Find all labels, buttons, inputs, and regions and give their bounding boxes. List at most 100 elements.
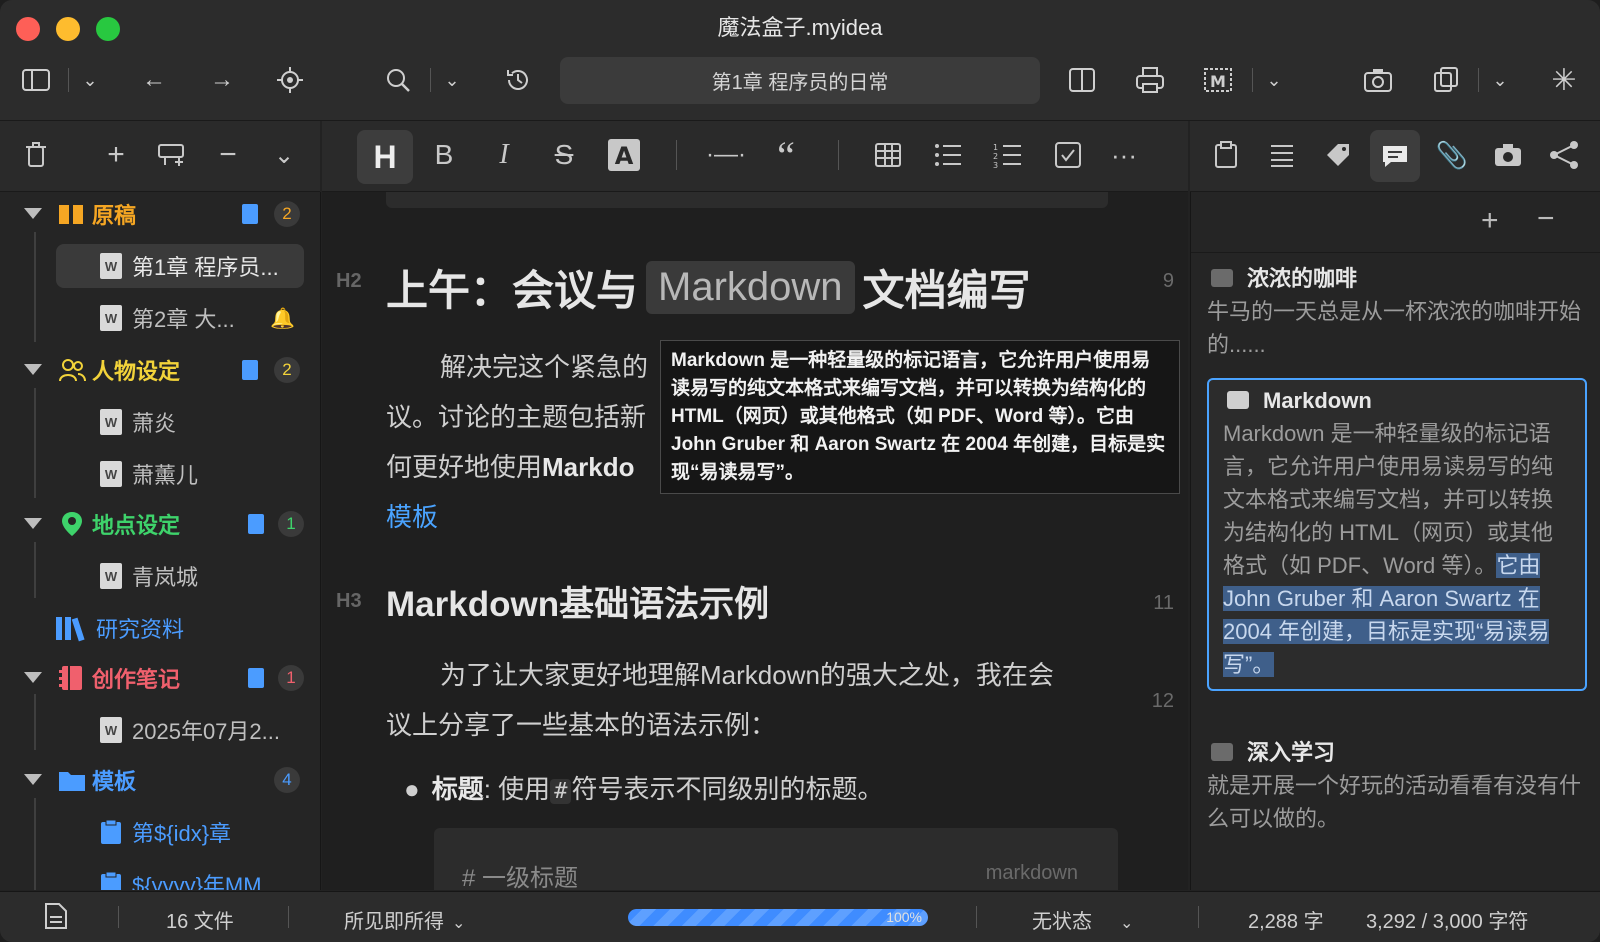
note-body: 就是开展一个好玩的活动看看有没有什么可以做的。 <box>1207 773 1582 831</box>
template-link[interactable]: 模板 <box>386 492 1166 542</box>
paragraph[interactable]: 为了让大家更好地理解Markdown的强大之处，我在会 议上分享了一些基本的语法… <box>386 650 1106 750</box>
status-select[interactable]: 无状态 ⌄ <box>1032 905 1133 934</box>
template-icon <box>101 871 121 890</box>
word-doc-icon: W <box>100 563 122 589</box>
remove-note-button[interactable]: − <box>1537 202 1555 236</box>
breadcrumb[interactable]: 第1章 程序员的日常 <box>560 57 1040 104</box>
editor[interactable]: H2 上午：会议与 Markdown 文档编写 9 解决完这个紧急的 议。讨论的… <box>322 192 1188 890</box>
table-button[interactable] <box>868 135 908 175</box>
chevron-down-icon: ⌄ <box>452 915 466 932</box>
locate-icon[interactable] <box>272 64 308 96</box>
disclosure-triangle-icon[interactable] <box>24 518 42 529</box>
ai-sparkle-icon[interactable]: ✳ <box>1546 64 1582 97</box>
sidebar-item-research[interactable]: 研究资料 <box>0 606 320 650</box>
add-note-button[interactable]: + <box>1481 204 1499 238</box>
add-folder-icon[interactable] <box>152 135 192 175</box>
print-icon[interactable] <box>1132 64 1168 96</box>
sidebar-item-qinglan-city[interactable]: W 青岚城 <box>56 554 304 598</box>
clipboard-badge-icon <box>242 204 258 224</box>
note-card-selected[interactable]: Markdown Markdown 是一种轻量级的标记语言，它允许用户使用易读易… <box>1207 378 1587 691</box>
sidebar-item-label: 模板 <box>92 769 137 794</box>
tag-icon[interactable] <box>1318 135 1358 175</box>
strikethrough-button[interactable]: S <box>544 135 584 175</box>
history-icon[interactable] <box>500 64 536 96</box>
heading-level-marker: H3 <box>336 590 362 612</box>
count-badge: 2 <box>274 201 300 227</box>
paragraph-line: 议上分享了一些基本的语法示例： <box>386 710 777 740</box>
snapshot-camera-icon[interactable] <box>1488 135 1528 175</box>
italic-button[interactable]: I <box>484 135 524 175</box>
sidebar-item-daily-note[interactable]: W 2025年07月2... <box>56 708 304 752</box>
sidebar-item-templates[interactable]: 模板 4 <box>0 758 320 802</box>
remove-icon[interactable]: − <box>208 135 248 175</box>
status-bar: 16 文件 所见即所得 ⌄ 100% 无状态 ⌄ 2,288 字 3,292 / 3… <box>0 891 1600 942</box>
disclosure-triangle-icon[interactable] <box>24 208 42 219</box>
markdown-mode-icon[interactable]: M <box>1200 64 1236 96</box>
quote-button[interactable]: “ <box>766 133 806 178</box>
count-badge: 1 <box>278 511 304 537</box>
word-doc-icon: W <box>100 253 122 279</box>
numbered-list-button[interactable]: 123 <box>988 135 1028 175</box>
more-icon[interactable]: ··· <box>1104 135 1144 175</box>
add-icon[interactable]: + <box>96 135 136 175</box>
back-arrow-icon[interactable]: ← <box>136 64 172 96</box>
sidebar-item-label: 青岚城 <box>132 565 199 590</box>
chevron-down-icon[interactable]: ⌄ <box>72 64 108 96</box>
file-count: 16 文件 <box>166 911 234 933</box>
split-view-icon[interactable] <box>1064 64 1100 96</box>
sidebar-item-writing-notes[interactable]: 创作笔记 1 <box>0 656 320 700</box>
disclosure-triangle-icon[interactable] <box>24 672 42 683</box>
bullet-list-button[interactable] <box>928 135 968 175</box>
paragraph-line: 为了让大家更好地理解Markdown的强大之处，我在会 <box>440 660 1054 690</box>
search-options-chevron-icon[interactable]: ⌄ <box>434 64 470 96</box>
heading-text: 上午：会议与 <box>386 266 639 314</box>
char-count: 3,292 / 3,000 字符 <box>1366 911 1529 933</box>
clipboard-icon[interactable] <box>1206 135 1246 175</box>
disclosure-triangle-icon[interactable] <box>24 364 42 375</box>
horizontal-rule-button[interactable]: ·—· <box>706 135 746 175</box>
duplicate-options-chevron-icon[interactable]: ⌄ <box>1482 64 1518 96</box>
outline-icon[interactable] <box>1262 135 1302 175</box>
heading-h2[interactable]: 上午：会议与 Markdown 文档编写 <box>386 252 1031 322</box>
note-card[interactable]: 深入学习 就是开展一个好玩的活动看看有没有什么可以做的。 <box>1207 736 1587 835</box>
sidebar-item-label: 第1章 程序员... <box>132 255 279 280</box>
attachment-icon[interactable]: 📎 <box>1432 135 1472 175</box>
sidebar-item-chapter-2[interactable]: W 第2章 大... 🔔 <box>56 296 304 340</box>
heading-h3[interactable]: Markdown基础语法示例 <box>386 576 769 627</box>
sidebar-item-manuscript[interactable]: 原稿 2 <box>0 192 320 236</box>
sidebar-item-label: 地点设定 <box>92 513 181 538</box>
sidebar-item-xiaoyan[interactable]: W 萧炎 <box>56 400 304 444</box>
note-card[interactable]: 浓浓的咖啡 牛马的一天总是从一杯浓浓的咖啡开始的...... <box>1207 262 1587 361</box>
highlight-button[interactable]: A <box>604 135 644 175</box>
disclosure-triangle-icon[interactable] <box>24 774 42 785</box>
sidebar-item-chapter-1[interactable]: W 第1章 程序员... <box>56 244 304 288</box>
collapse-chevron-icon[interactable]: ⌄ <box>264 135 304 175</box>
share-graph-icon[interactable] <box>1544 135 1584 175</box>
note-body: 牛马的一天总是从一杯浓浓的咖啡开始的...... <box>1207 299 1582 357</box>
sidebar-item-characters[interactable]: 人物设定 2 <box>0 348 320 392</box>
sidebar-item-locations[interactable]: 地点设定 1 <box>0 502 320 546</box>
camera-icon[interactable] <box>1360 64 1396 96</box>
clipboard-badge-icon <box>248 514 264 534</box>
checkbox-button[interactable] <box>1048 135 1088 175</box>
sidebar-item-date-template[interactable]: ${yyyy}年MM <box>56 862 304 890</box>
heading-button[interactable]: H <box>357 130 413 184</box>
inline-code: Markdown <box>646 260 855 314</box>
bell-icon: 🔔 <box>270 307 295 330</box>
forward-arrow-icon[interactable]: → <box>204 64 240 96</box>
sidebar-item-xiaoxuner[interactable]: W 萧薰儿 <box>56 452 304 496</box>
list-item[interactable]: ● 标题: 使用 # 符号表示不同级别的标题。 <box>404 764 1124 817</box>
search-icon[interactable] <box>380 64 416 96</box>
document-icon[interactable] <box>44 902 68 936</box>
sidebar-item-label: 萧薰儿 <box>132 463 199 488</box>
code-block[interactable]: # 一级标题 markdown <box>434 828 1118 890</box>
sidebar-item-chapter-template[interactable]: 第${idx}章 <box>56 810 304 854</box>
markdown-options-chevron-icon[interactable]: ⌄ <box>1256 64 1292 96</box>
notes-icon[interactable] <box>1370 130 1420 182</box>
notebook-icon <box>59 666 82 690</box>
sidebar-toggle-icon[interactable] <box>18 64 54 96</box>
trash-icon[interactable] <box>16 135 56 175</box>
duplicate-icon[interactable] <box>1428 64 1464 96</box>
editor-mode-select[interactable]: 所见即所得 ⌄ <box>344 905 465 934</box>
bold-button[interactable]: B <box>424 135 464 175</box>
